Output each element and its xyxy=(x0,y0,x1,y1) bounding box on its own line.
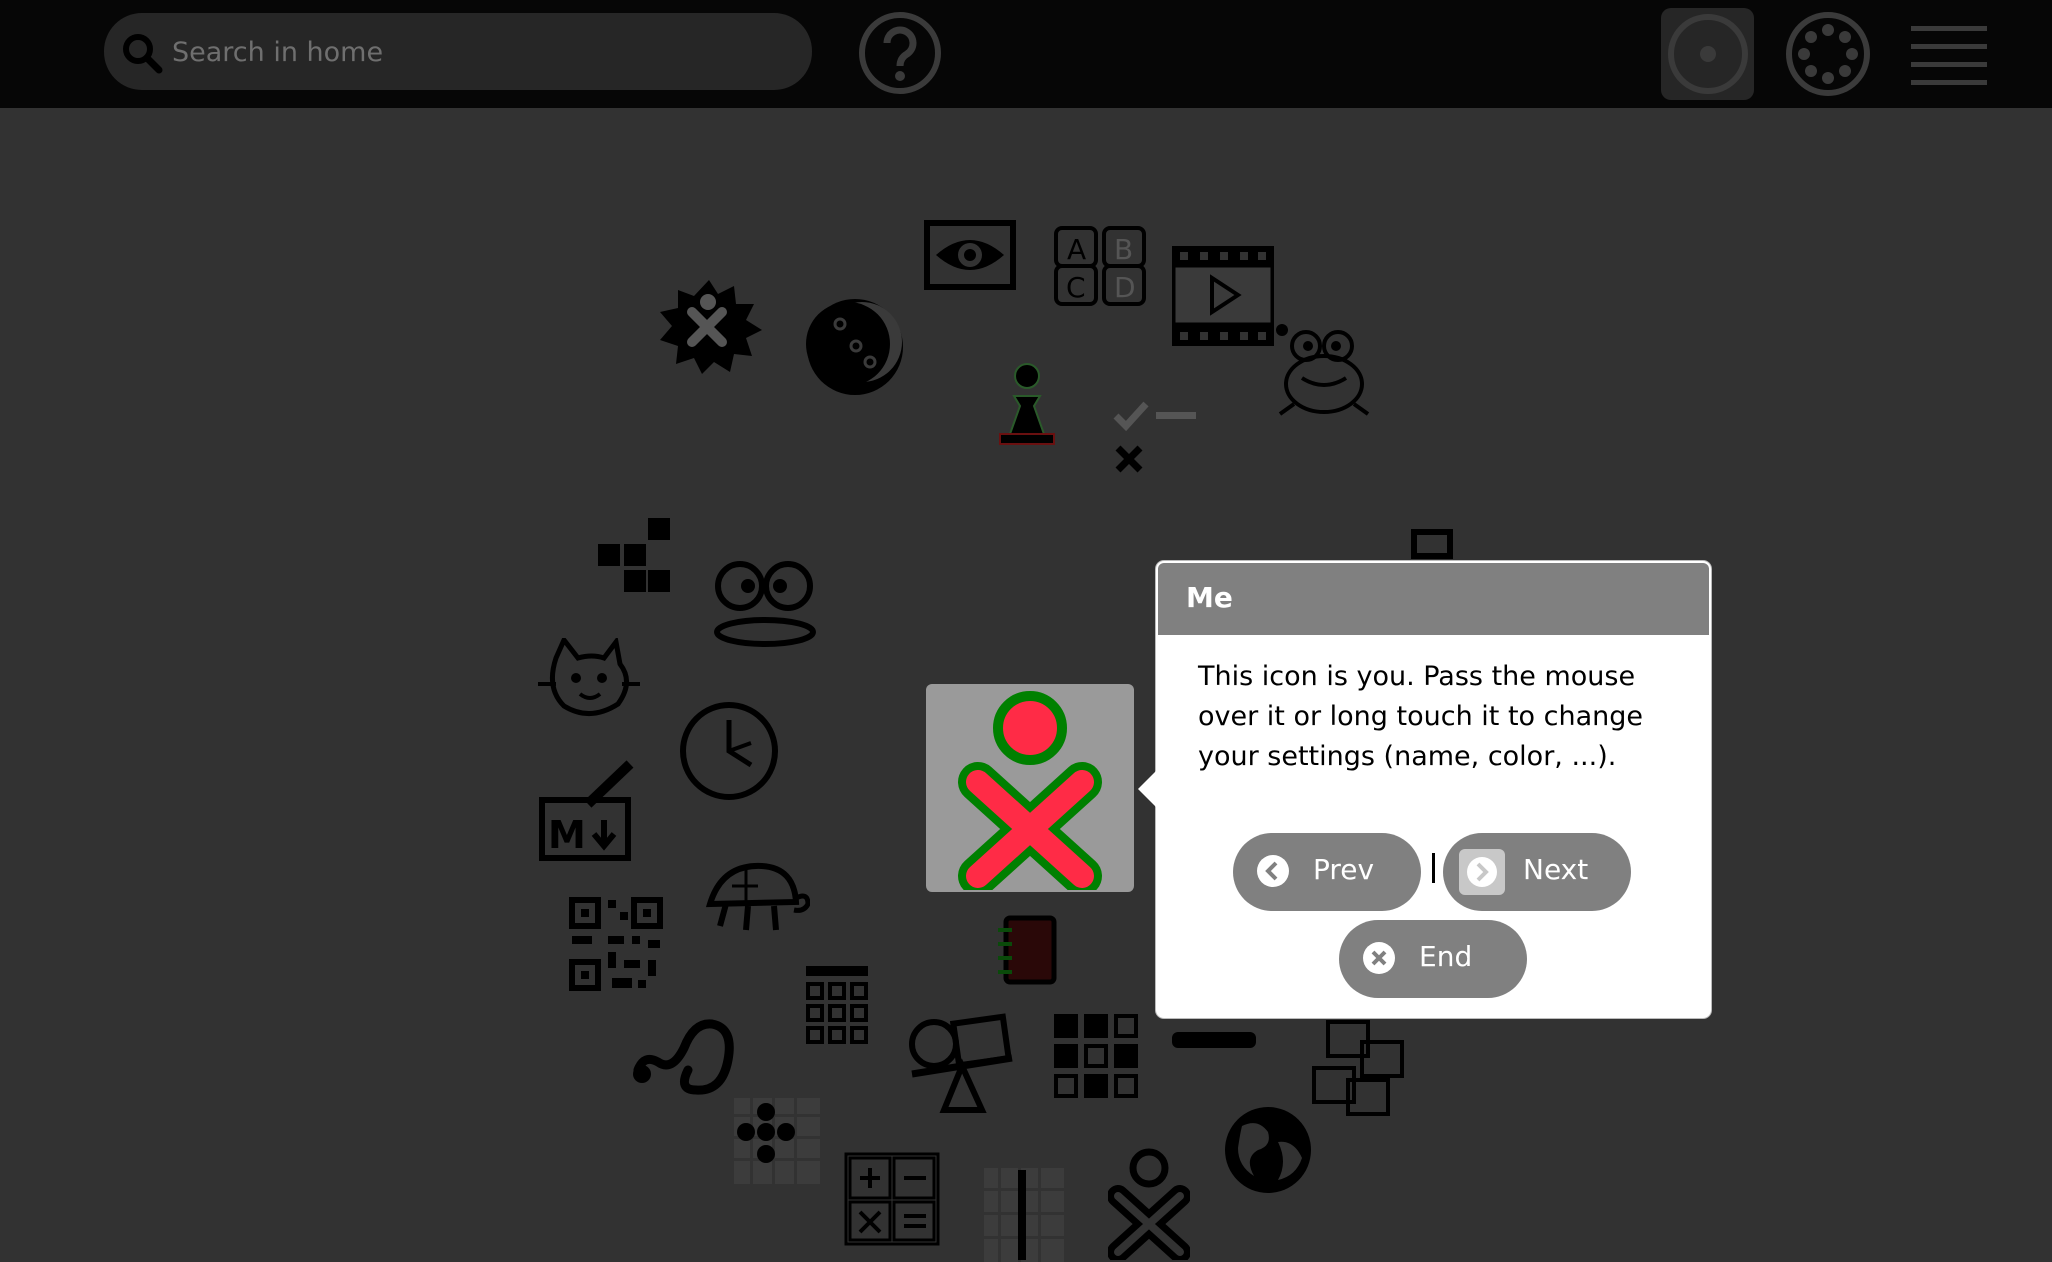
popup-title: Me xyxy=(1186,581,1233,614)
chess-pawn-icon[interactable] xyxy=(994,362,1060,446)
popup-arrow xyxy=(1138,771,1156,807)
end-button[interactable]: End xyxy=(1339,920,1527,998)
tutorial-popup: Me This icon is you. Pass the mouse over… xyxy=(1138,561,1711,1018)
neighborhood-view-button[interactable] xyxy=(1781,8,1874,100)
snake-icon[interactable] xyxy=(630,1014,736,1098)
turtle-icon[interactable] xyxy=(702,858,810,938)
markdown-icon[interactable]: M xyxy=(538,760,638,862)
help-icon xyxy=(859,12,941,94)
next-button[interactable]: Next xyxy=(1443,833,1631,911)
xo-icon[interactable] xyxy=(1108,1148,1190,1260)
svg-text:A: A xyxy=(1067,233,1086,266)
abacus-icon[interactable] xyxy=(984,1168,1064,1262)
prev-label: Prev xyxy=(1313,853,1375,886)
eye-icon[interactable] xyxy=(924,220,1016,290)
svg-text:D: D xyxy=(1114,271,1136,304)
search-box[interactable] xyxy=(104,13,812,90)
end-label: End xyxy=(1419,940,1473,973)
faces-icon[interactable] xyxy=(710,558,820,650)
tetris-icon[interactable] xyxy=(596,516,674,594)
help-button[interactable] xyxy=(857,12,977,96)
qr-code-icon[interactable] xyxy=(568,896,664,992)
list-view-icon xyxy=(1911,26,1987,85)
abcd-icon[interactable]: ABCD xyxy=(1052,224,1148,308)
notebook-icon[interactable] xyxy=(996,914,1060,986)
svg-text:C: C xyxy=(1066,271,1086,304)
list-view-button[interactable] xyxy=(1901,8,1994,100)
home-desktop: ABCD M Me This icon is you. Pass the mou… xyxy=(0,108,2052,1262)
search-icon xyxy=(123,34,163,74)
clock-icon[interactable] xyxy=(678,700,780,802)
film-icon[interactable] xyxy=(1170,244,1290,348)
grid-icon[interactable] xyxy=(1052,1012,1142,1102)
explosion-icon[interactable] xyxy=(652,276,766,376)
math-icon[interactable] xyxy=(844,1152,940,1246)
button-separator xyxy=(1432,853,1435,883)
svg-text:B: B xyxy=(1114,233,1133,266)
laptop-icon[interactable] xyxy=(1400,528,1456,560)
neighborhood-view-icon xyxy=(1786,12,1870,96)
checklist-icon[interactable] xyxy=(1112,400,1200,478)
close-icon xyxy=(1363,942,1395,974)
search-input[interactable] xyxy=(170,29,794,75)
prev-button[interactable]: Prev xyxy=(1233,833,1421,911)
chevron-left-icon xyxy=(1257,855,1289,887)
chevron-right-icon xyxy=(1459,849,1505,895)
frames-icon[interactable] xyxy=(1310,1018,1416,1118)
calculator-icon[interactable] xyxy=(804,964,870,1048)
toolbar xyxy=(0,0,2052,108)
cat-icon[interactable] xyxy=(536,638,644,718)
xo-owner-icon xyxy=(958,691,1102,890)
globe-icon[interactable] xyxy=(1222,1104,1314,1196)
home-view-icon xyxy=(1668,14,1748,94)
seesaw-icon[interactable] xyxy=(908,1010,1016,1114)
popup-body-text: This icon is you. Pass the mouse over it… xyxy=(1198,661,1643,772)
svg-text:M: M xyxy=(548,813,586,857)
home-view-button[interactable] xyxy=(1661,8,1754,100)
popup-header: Me xyxy=(1158,563,1709,635)
frog-icon[interactable] xyxy=(1274,318,1374,422)
moon-icon[interactable] xyxy=(804,296,906,398)
owner-icon-button[interactable] xyxy=(926,684,1134,892)
next-label: Next xyxy=(1523,853,1589,886)
dots-icon[interactable] xyxy=(734,1098,820,1184)
